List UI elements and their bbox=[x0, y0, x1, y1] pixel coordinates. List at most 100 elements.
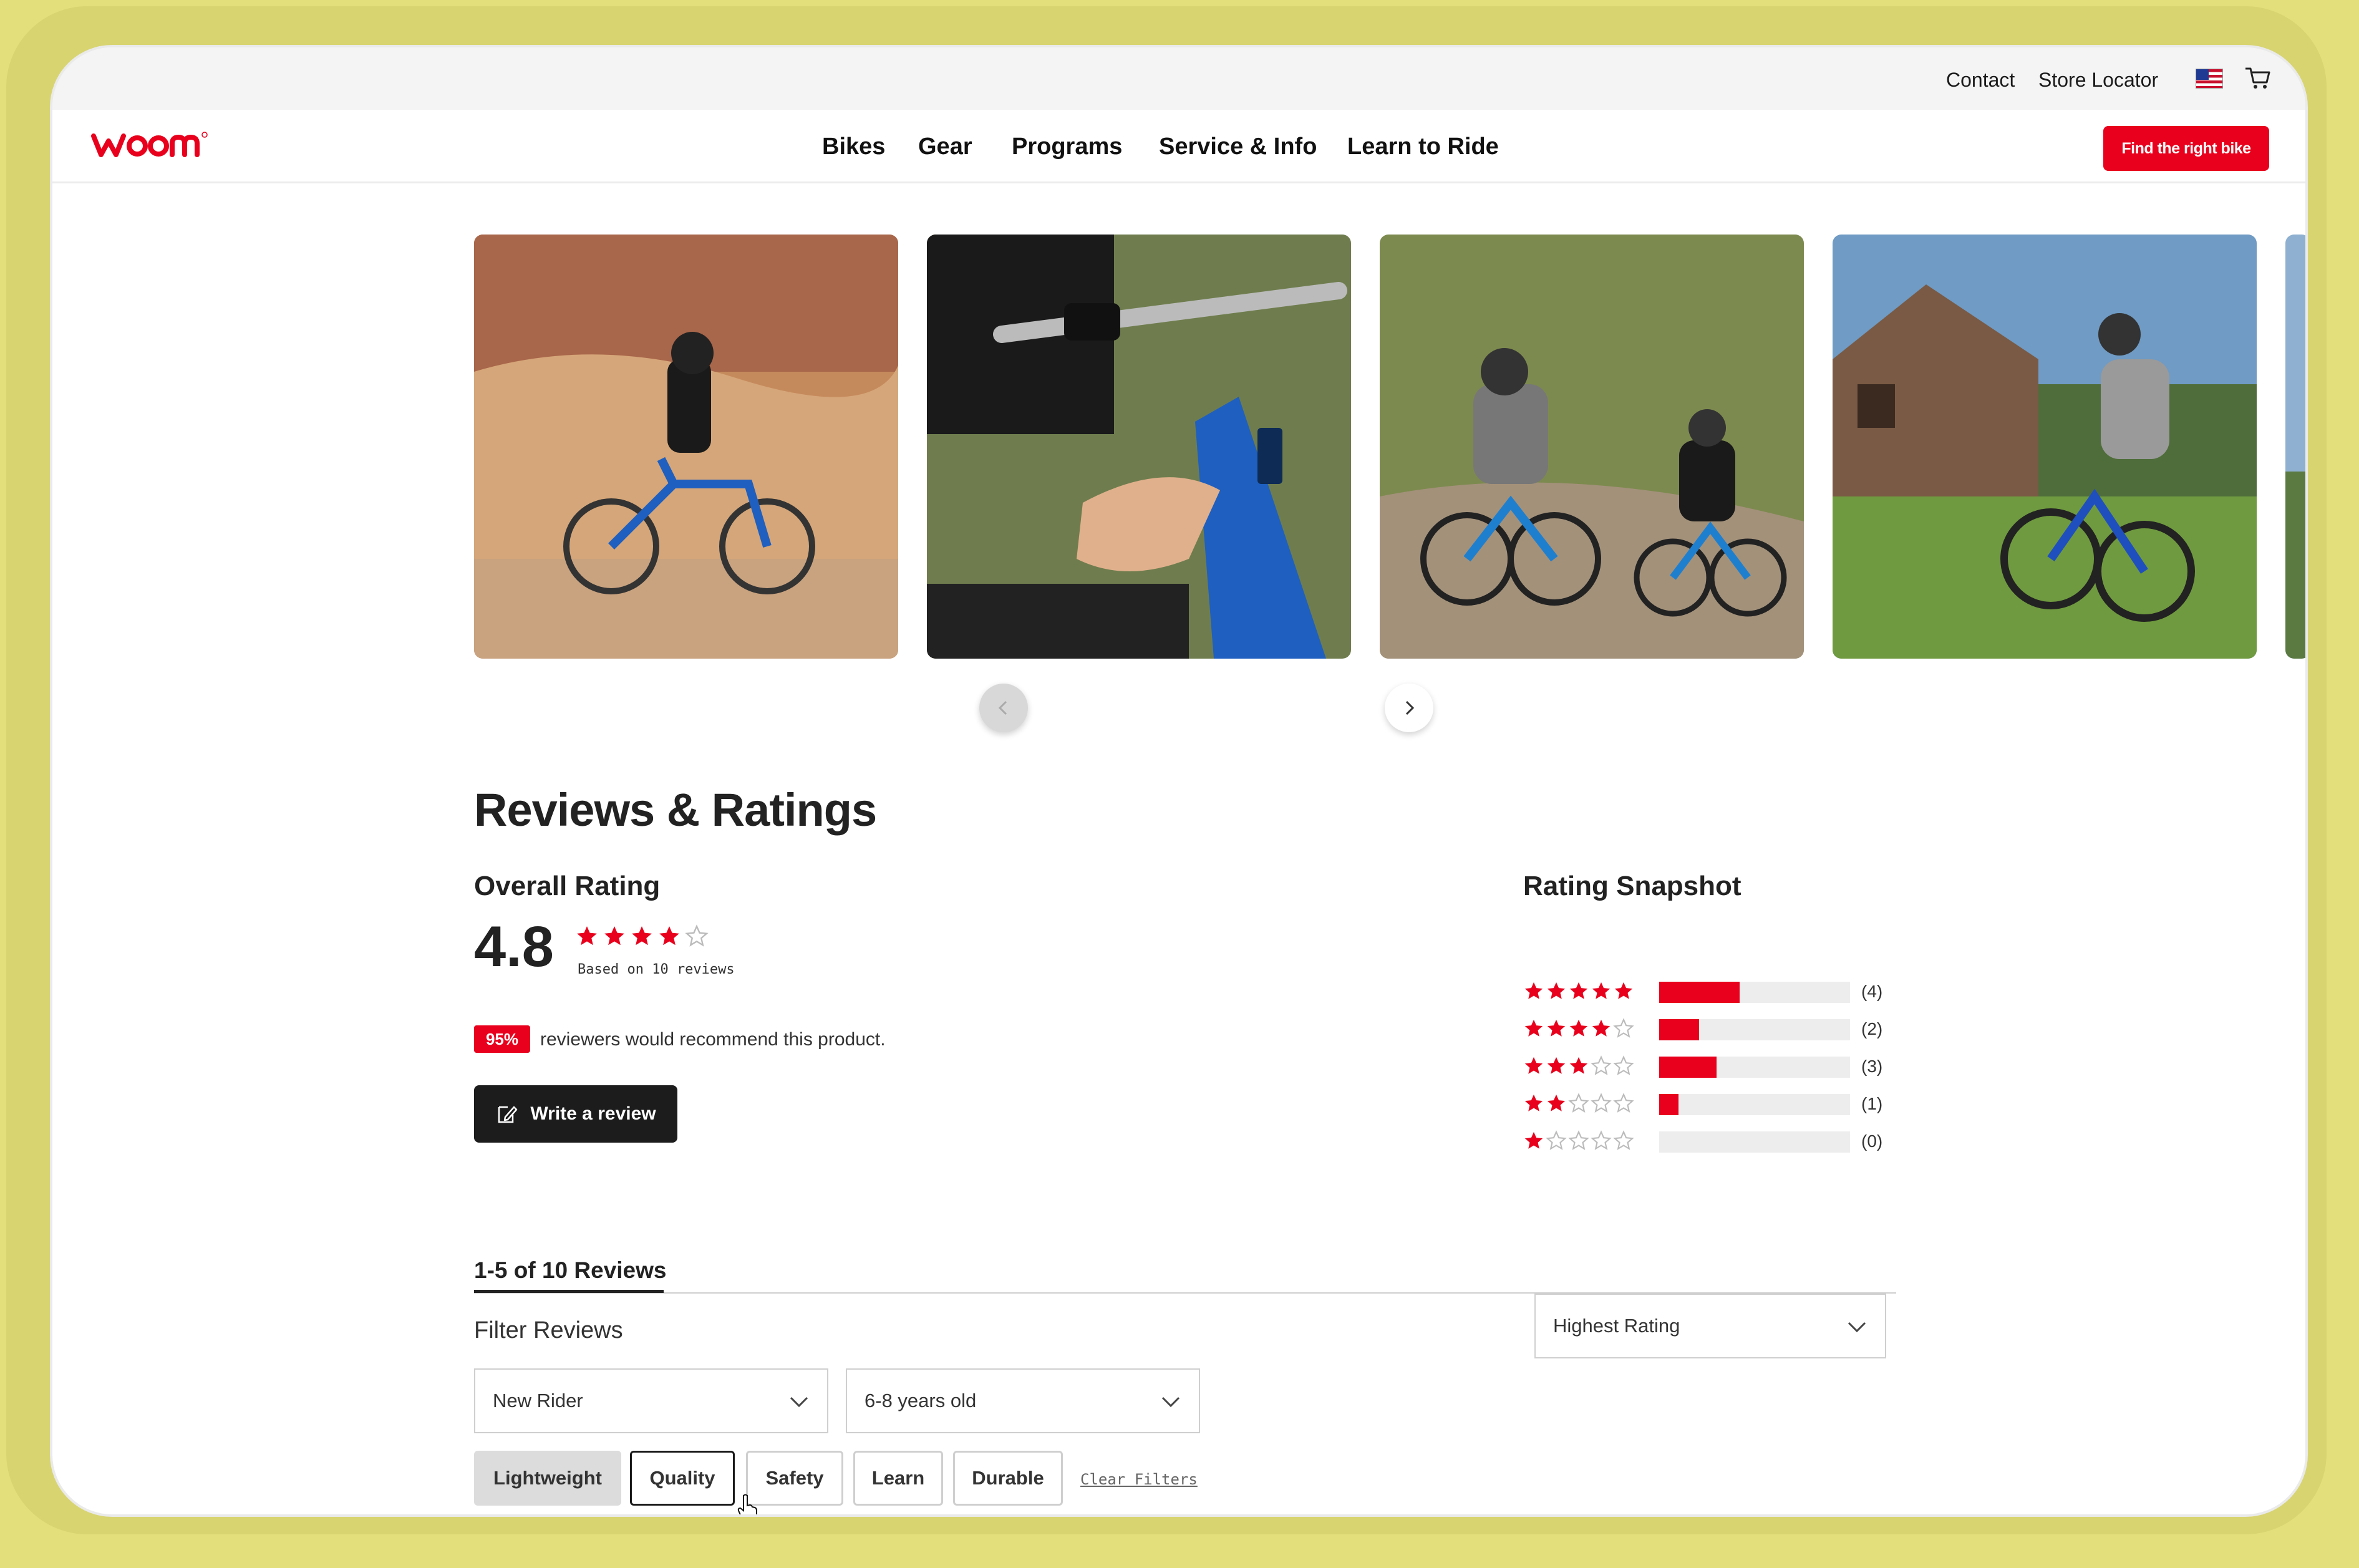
star-filled-icon bbox=[1547, 1094, 1566, 1111]
snapshot-stars bbox=[1523, 980, 1634, 1002]
write-review-button[interactable]: Write a review bbox=[474, 1085, 677, 1143]
edit-icon bbox=[498, 1106, 518, 1123]
snapshot-stars bbox=[1523, 1093, 1634, 1114]
star-filled-icon bbox=[1524, 1131, 1543, 1149]
active-tab-underline bbox=[474, 1290, 664, 1293]
gallery-image-3[interactable] bbox=[1380, 235, 1804, 659]
snapshot-count: (3) bbox=[1861, 1057, 1883, 1076]
gallery-image-2[interactable] bbox=[927, 235, 1351, 659]
carousel-next-button[interactable] bbox=[1385, 684, 1433, 732]
star-empty-icon bbox=[1591, 1093, 1612, 1113]
chevron-down-icon bbox=[790, 1396, 808, 1408]
snapshot-bar bbox=[1659, 982, 1850, 1003]
nav-learn-to-ride[interactable]: Learn to Ride bbox=[1347, 133, 1499, 160]
recommend-text: reviewers would recommend this product. bbox=[540, 1029, 886, 1050]
nav-service-info[interactable]: Service & Info bbox=[1159, 133, 1317, 160]
star-filled-icon bbox=[1614, 982, 1633, 999]
snapshot-bar-fill bbox=[1659, 982, 1740, 1003]
hand-cursor-icon bbox=[737, 1494, 757, 1514]
star-empty-icon bbox=[1613, 1018, 1634, 1038]
overall-rating-value: 4.8 bbox=[474, 915, 554, 979]
snapshot-bar bbox=[1659, 1057, 1850, 1078]
filter-reviews-label: Filter Reviews bbox=[474, 1317, 623, 1343]
star-filled-icon bbox=[1569, 1019, 1588, 1037]
chip-learn[interactable]: Learn bbox=[853, 1451, 943, 1506]
star-empty-icon bbox=[1546, 1130, 1567, 1150]
recommend-percent-badge: 95% bbox=[474, 1025, 530, 1053]
clear-filters-link[interactable]: Clear Filters bbox=[1080, 1471, 1198, 1488]
photo-mountain-hut bbox=[1833, 235, 2257, 659]
star-filled-icon bbox=[1524, 1094, 1543, 1111]
based-on-text: Based on 10 reviews bbox=[578, 962, 735, 977]
chip-lightweight[interactable]: Lightweight bbox=[474, 1451, 621, 1506]
chevron-right-icon bbox=[1405, 700, 1415, 715]
age-filter-value: 6-8 years old bbox=[865, 1390, 977, 1411]
store-locator-link[interactable]: Store Locator bbox=[2038, 69, 2158, 92]
gallery-image-4[interactable] bbox=[1833, 235, 2257, 659]
photo-handlebar-display bbox=[927, 235, 1351, 659]
star-filled-icon bbox=[1569, 1057, 1588, 1074]
star-filled-icon bbox=[577, 926, 597, 946]
snapshot-count: (4) bbox=[1861, 982, 1883, 1001]
snapshot-stars bbox=[1523, 1130, 1634, 1151]
rating-snapshot-label: Rating Snapshot bbox=[1523, 871, 1741, 901]
browser-screen: Contact Store Locator Bikes Gear Program… bbox=[50, 45, 2308, 1517]
utility-bar: Contact Store Locator bbox=[52, 47, 2305, 110]
snapshot-bar bbox=[1659, 1131, 1850, 1153]
contact-link[interactable]: Contact bbox=[1946, 69, 2015, 92]
rider-filter-select[interactable]: New Rider bbox=[474, 1368, 828, 1433]
star-empty-icon bbox=[1568, 1130, 1589, 1150]
star-empty-icon bbox=[1568, 1093, 1589, 1113]
write-review-label: Write a review bbox=[530, 1103, 656, 1124]
nav-gear[interactable]: Gear bbox=[918, 133, 972, 160]
snapshot-count: (2) bbox=[1861, 1019, 1883, 1038]
snapshot-bar bbox=[1659, 1094, 1850, 1115]
rider-filter-value: New Rider bbox=[493, 1390, 583, 1411]
snapshot-bar-fill bbox=[1659, 1057, 1717, 1078]
reviews-title: Reviews & Ratings bbox=[474, 784, 877, 836]
chevron-down-icon bbox=[1161, 1396, 1180, 1408]
reviews-count-tab[interactable]: 1-5 of 10 Reviews bbox=[474, 1257, 666, 1284]
sort-select[interactable]: Highest Rating bbox=[1534, 1294, 1886, 1358]
chevron-down-icon bbox=[1848, 1322, 1866, 1333]
woom-logo[interactable] bbox=[89, 127, 213, 162]
nav-bikes[interactable]: Bikes bbox=[822, 133, 885, 160]
star-filled-icon bbox=[1524, 1057, 1543, 1074]
gallery-image-5-peek[interactable] bbox=[2285, 235, 2305, 659]
sort-select-value: Highest Rating bbox=[1553, 1315, 1680, 1337]
main-nav: Bikes Gear Programs Service & Info Learn… bbox=[52, 110, 2305, 183]
star-filled-icon bbox=[1547, 1057, 1566, 1074]
snapshot-count: (1) bbox=[1861, 1094, 1883, 1113]
chevron-left-icon bbox=[998, 700, 1007, 715]
find-right-bike-button[interactable]: Find the right bike bbox=[2103, 126, 2269, 171]
star-empty-icon bbox=[1613, 1130, 1634, 1150]
gallery-image-1[interactable] bbox=[474, 235, 898, 659]
photo-riders-trail bbox=[1380, 235, 1804, 659]
star-filled-icon bbox=[1547, 982, 1566, 999]
star-empty-icon bbox=[685, 924, 709, 947]
star-filled-icon bbox=[1524, 982, 1543, 999]
us-flag-icon[interactable] bbox=[2196, 69, 2223, 89]
snapshot-stars bbox=[1523, 1018, 1634, 1039]
star-filled-icon bbox=[659, 926, 679, 946]
nav-programs[interactable]: Programs bbox=[1012, 133, 1122, 160]
snapshot-bar-fill bbox=[1659, 1019, 1700, 1040]
star-filled-icon bbox=[632, 926, 652, 946]
snapshot-count: (0) bbox=[1861, 1131, 1883, 1151]
photo-peek bbox=[2285, 235, 2305, 659]
snapshot-bar-fill bbox=[1659, 1094, 1678, 1115]
star-filled-icon bbox=[1569, 982, 1588, 999]
cart-icon[interactable] bbox=[2244, 65, 2272, 91]
age-filter-select[interactable]: 6-8 years old bbox=[846, 1368, 1200, 1433]
chip-quality[interactable]: Quality bbox=[630, 1451, 735, 1506]
chip-safety[interactable]: Safety bbox=[746, 1451, 843, 1506]
star-filled-icon bbox=[604, 926, 624, 946]
photo-kid-quarry bbox=[474, 235, 898, 659]
chip-durable[interactable]: Durable bbox=[953, 1451, 1063, 1506]
star-filled-icon bbox=[1547, 1019, 1566, 1037]
snapshot-stars bbox=[1523, 1055, 1634, 1077]
carousel-prev-button[interactable] bbox=[979, 684, 1028, 732]
star-filled-icon bbox=[1592, 1019, 1611, 1037]
star-empty-icon bbox=[1591, 1055, 1612, 1075]
overall-rating-label: Overall Rating bbox=[474, 871, 661, 901]
